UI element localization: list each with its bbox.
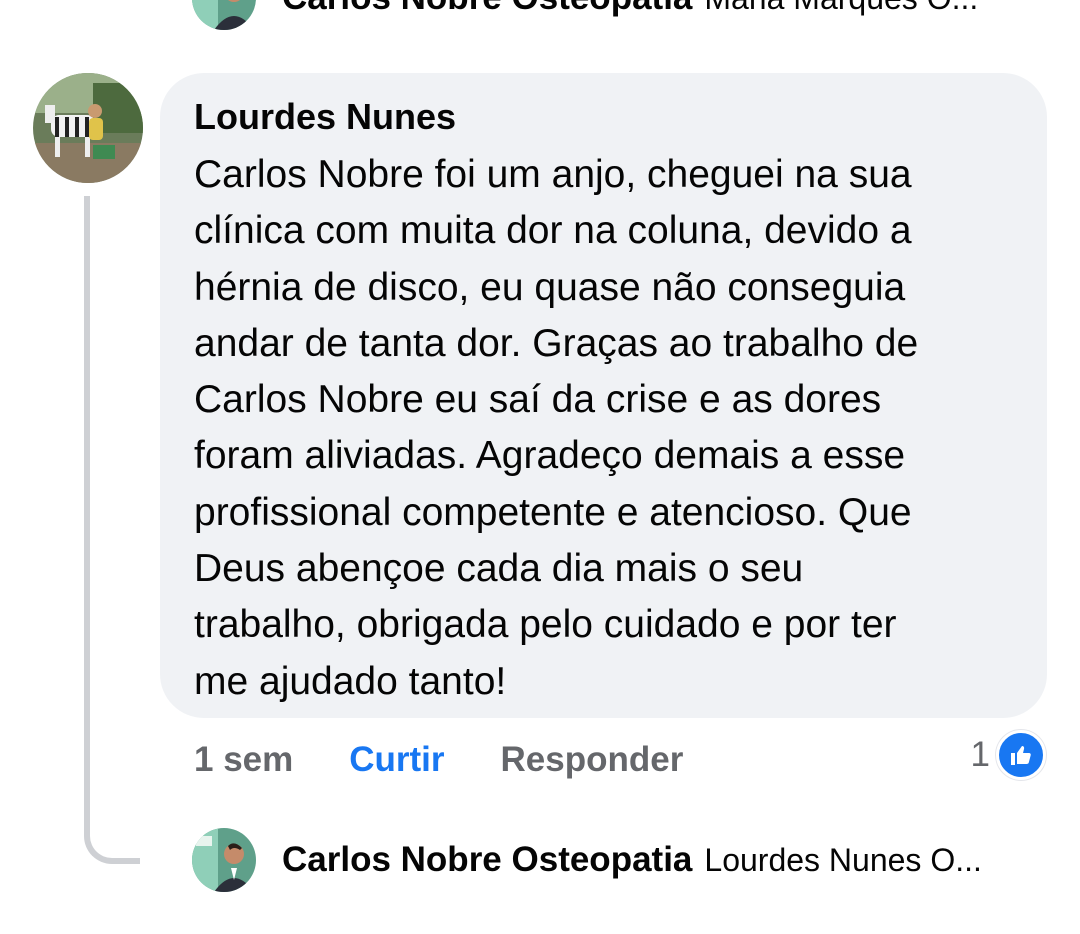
thumbs-up-icon — [996, 730, 1046, 780]
reply-author-name[interactable]: Carlos Nobre Osteopatia — [282, 840, 692, 880]
commenter-avatar[interactable] — [33, 73, 143, 183]
reply-preview-bottom[interactable]: Carlos Nobre Osteopatia Lourdes Nunes O.… — [192, 828, 982, 892]
comment-text: Carlos Nobre foi um anjo, cheguei na sua… — [194, 153, 919, 703]
reply-button[interactable]: Responder — [501, 740, 684, 780]
reaction-count: 1 — [970, 735, 990, 774]
reaction-summary[interactable]: 1 — [970, 730, 1046, 780]
comment-author-name[interactable]: Lourdes Nunes — [194, 95, 1017, 139]
thread-connector-line — [84, 196, 140, 864]
reply-preview-top[interactable]: Carlos Nobre Osteopatia Maria Marques O.… — [192, 0, 978, 30]
comment-actions: 1 sem Curtir Responder — [194, 736, 683, 784]
like-button[interactable]: Curtir — [349, 740, 444, 780]
page-avatar[interactable] — [192, 828, 256, 892]
page-avatar[interactable] — [192, 0, 256, 30]
reply-snippet: Maria Marques O... — [704, 0, 978, 17]
comment-timestamp[interactable]: 1 sem — [194, 740, 293, 780]
reply-snippet: Lourdes Nunes O... — [704, 841, 982, 878]
reply-author-name[interactable]: Carlos Nobre Osteopatia — [282, 0, 692, 18]
comment-bubble[interactable]: Lourdes Nunes Carlos Nobre foi um anjo, … — [160, 73, 1047, 718]
comment-thread: Carlos Nobre Osteopatia Maria Marques O.… — [0, 0, 1080, 934]
